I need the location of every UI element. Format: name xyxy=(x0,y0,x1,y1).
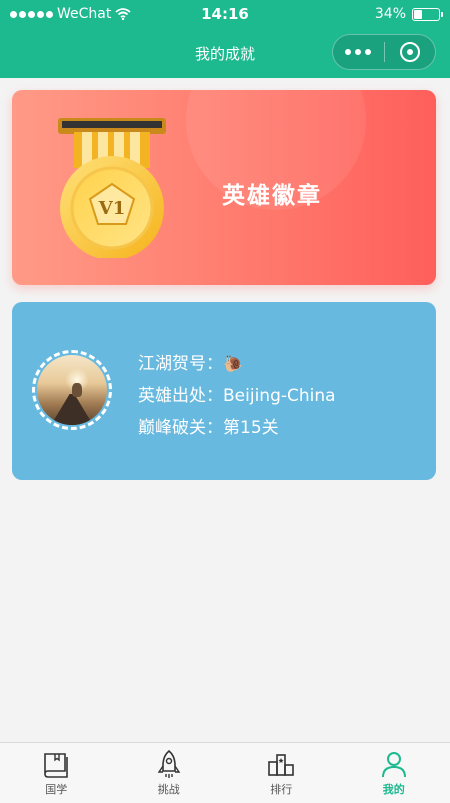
tab-guoxue[interactable]: 国学 xyxy=(0,743,113,803)
tab-label: 排行 xyxy=(270,783,293,796)
page-title: 我的成就 xyxy=(194,44,255,63)
nickname-row: 江湖贺号： 🐌 xyxy=(138,348,336,380)
profile-card: 江湖贺号： 🐌 英雄出处： Beijing-China 巅峰破关： 第15关 xyxy=(12,302,436,480)
location-value: Beijing-China xyxy=(223,386,336,406)
battery-percent: 34% xyxy=(374,6,406,22)
location-label: 英雄出处： xyxy=(138,386,223,406)
app-header: WeChat 14:16 34% 我的成就 xyxy=(0,0,450,78)
battery-fill xyxy=(414,9,423,19)
status-bar: WeChat 14:16 34% xyxy=(0,0,450,28)
tab-label: 挑战 xyxy=(157,783,180,796)
medal-card[interactable]: V1 英雄徽章 xyxy=(12,90,436,285)
profile-info: 江湖贺号： 🐌 英雄出处： Beijing-China 巅峰破关： 第15关 xyxy=(138,348,336,444)
avatar-image xyxy=(37,355,107,425)
more-dots-icon xyxy=(345,49,352,55)
close-circle-icon xyxy=(399,42,420,62)
avatar[interactable] xyxy=(32,350,112,430)
user-icon xyxy=(381,752,406,778)
more-button[interactable] xyxy=(333,35,384,69)
tab-ranking[interactable]: 排行 xyxy=(225,743,338,803)
wifi-icon xyxy=(115,8,131,20)
tab-label: 我的 xyxy=(382,783,405,796)
signal-strength-icon xyxy=(10,10,53,18)
tab-mine[interactable]: 我的 xyxy=(338,743,450,803)
medal-icon xyxy=(58,118,166,258)
level-label: 巅峰破关： xyxy=(138,418,223,438)
status-right: 34% xyxy=(374,6,443,22)
close-button[interactable] xyxy=(384,35,435,69)
rocket-icon xyxy=(157,749,181,778)
location-row: 英雄出处： Beijing-China xyxy=(138,380,336,412)
podium-icon xyxy=(268,754,295,776)
medal-level: V1 xyxy=(98,198,126,219)
nickname-value: 🐌 xyxy=(223,354,243,373)
carrier-name: WeChat xyxy=(57,6,112,22)
tab-bar: 国学 挑战 排行 我的 xyxy=(0,742,450,803)
battery-icon xyxy=(412,7,443,21)
level-row: 巅峰破关： 第15关 xyxy=(138,412,336,444)
status-left: WeChat xyxy=(10,6,131,22)
menu-capsule xyxy=(332,34,436,70)
medal-label: 英雄徽章 xyxy=(222,183,322,209)
tab-label: 国学 xyxy=(45,783,68,796)
level-value: 第15关 xyxy=(223,418,279,438)
nav-bar: 我的成就 xyxy=(0,28,450,78)
tab-challenge[interactable]: 挑战 xyxy=(113,743,226,803)
book-icon xyxy=(44,753,69,778)
nickname-label: 江湖贺号： xyxy=(138,354,223,374)
